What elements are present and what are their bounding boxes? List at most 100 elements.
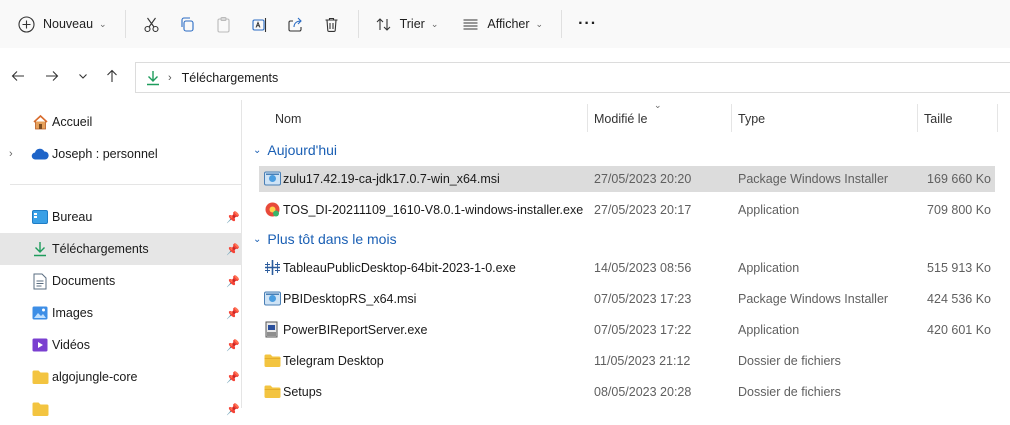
column-divider[interactable] (997, 104, 998, 132)
trash-icon (325, 17, 338, 32)
table-row[interactable]: Telegram Desktop 11/05/2023 21:12 Dossie… (259, 348, 995, 374)
toolbar-divider (357, 10, 359, 38)
file-date: 27/05/2023 20:17 (594, 203, 692, 217)
folder-icon (264, 354, 281, 367)
sidebar-item-pictures[interactable]: Images 📌 (0, 297, 242, 329)
up-button[interactable] (98, 62, 126, 90)
sidebar-item-algojungle-core[interactable]: algojungle-core 📌 (0, 361, 242, 393)
table-row[interactable]: TOS_DI-20211109_1610-V8.0.1-windows-inst… (259, 197, 995, 223)
pin-icon: 📌 (226, 243, 240, 256)
file-date: 07/05/2023 17:23 (594, 292, 692, 306)
cut-button[interactable] (134, 8, 170, 40)
table-row[interactable]: TableauPublicDesktop-64bit-2023-1-0.exe … (259, 255, 995, 281)
group-header-earlier-this-month[interactable]: ⌄ Plus tôt dans le mois (253, 231, 397, 247)
share-icon (288, 17, 302, 32)
clipboard-icon (217, 16, 230, 33)
back-button[interactable] (4, 62, 32, 90)
download-arrow-icon (31, 240, 49, 258)
file-type: Dossier de fichiers (738, 385, 841, 399)
file-list: Nom Modifié le ⌄ Type Taille ⌄ Aujourd'h… (243, 100, 1010, 408)
column-header-modified[interactable]: Modifié le (594, 104, 648, 134)
column-divider[interactable] (917, 104, 918, 132)
share-button[interactable] (278, 8, 314, 40)
home-icon (31, 113, 49, 131)
more-icon: ··· (578, 15, 598, 32)
delete-button[interactable] (314, 8, 350, 40)
pin-icon: 📌 (226, 211, 240, 224)
sidebar-item-label: Documents (52, 274, 116, 288)
column-header-name[interactable]: Nom (275, 104, 301, 134)
sidebar-item-label: Images (52, 306, 93, 320)
navigation-pane: Accueil › Joseph : personnel Bureau 📌 Té… (0, 100, 242, 416)
table-row[interactable]: Setups 08/05/2023 20:28 Dossier de fichi… (259, 379, 995, 405)
file-date: 08/05/2023 20:28 (594, 385, 692, 399)
sidebar-item-partial[interactable]: 📌 (0, 393, 242, 425)
column-divider[interactable] (731, 104, 732, 132)
arrow-up-icon (107, 69, 117, 82)
pin-icon: 📌 (226, 371, 240, 384)
column-header-size[interactable]: Taille (924, 104, 953, 134)
column-divider[interactable] (587, 104, 588, 132)
tableau-app-icon (265, 260, 280, 275)
chevron-down-icon: ⌄ (430, 18, 439, 29)
file-type: Package Windows Installer (738, 292, 889, 306)
sidebar-item-label: Joseph : personnel (52, 147, 158, 161)
sidebar-item-home[interactable]: Accueil (0, 106, 242, 138)
forward-button[interactable] (38, 62, 66, 90)
column-header-type[interactable]: Type (738, 104, 765, 134)
file-type: Dossier de fichiers (738, 354, 841, 368)
command-bar: Nouveau ⌄ Trier ⌄ Afficher ⌄ ··· (0, 0, 1010, 48)
sort-icon (376, 17, 390, 31)
chevron-down-icon: ⌄ (253, 144, 262, 156)
copy-icon (181, 16, 194, 32)
sort-button[interactable]: Trier ⌄ (367, 8, 447, 40)
file-name: Telegram Desktop (283, 354, 384, 368)
file-size: 515 913 Ko (927, 261, 991, 275)
table-row[interactable]: PowerBIReportServer.exe 07/05/2023 17:22… (259, 317, 995, 343)
chevron-down-icon: ⌄ (535, 18, 544, 29)
file-name: TOS_DI-20211109_1610-V8.0.1-windows-inst… (283, 203, 584, 217)
setup-exe-icon (265, 321, 278, 338)
sidebar-divider (10, 184, 242, 185)
table-row[interactable]: PBIDesktopRS_x64.msi 07/05/2023 17:23 Pa… (259, 286, 995, 312)
sidebar-item-label: Bureau (52, 210, 93, 224)
group-header-today[interactable]: ⌄ Aujourd'hui (253, 142, 337, 158)
sidebar-item-videos[interactable]: Vidéos 📌 (0, 329, 242, 361)
file-type: Application (738, 261, 800, 275)
chevron-right-icon[interactable]: › (9, 148, 13, 160)
more-options-button[interactable]: ··· (570, 8, 605, 40)
pin-icon: 📌 (226, 275, 240, 288)
copy-button[interactable] (170, 8, 206, 40)
pin-icon: 📌 (226, 307, 240, 320)
paste-button[interactable] (206, 8, 242, 40)
sidebar-item-desktop[interactable]: Bureau 📌 (0, 201, 242, 233)
new-button[interactable]: Nouveau ⌄ (10, 8, 115, 40)
view-button[interactable]: Afficher ⌄ (454, 8, 551, 40)
document-icon (31, 272, 49, 290)
file-name: zulu17.42.19-ca-jdk17.0.7-win_x64.msi (283, 172, 500, 186)
breadcrumb-chevron-icon: › (168, 71, 172, 84)
table-row[interactable]: zulu17.42.19-ca-jdk17.0.7-win_x64.msi 27… (259, 166, 995, 192)
sidebar-item-label: algojungle-core (52, 370, 138, 384)
view-lines-icon (463, 18, 478, 30)
file-size: 420 601 Ko (927, 323, 991, 337)
rename-button[interactable] (242, 8, 278, 40)
address-field[interactable]: › Téléchargements (135, 62, 1010, 93)
sort-button-label: Trier (399, 17, 425, 31)
sidebar-item-downloads[interactable]: Téléchargements 📌 (0, 233, 242, 265)
breadcrumb-current[interactable]: Téléchargements (182, 71, 279, 85)
file-name: PowerBIReportServer.exe (283, 323, 428, 337)
group-header-label: Plus tôt dans le mois (267, 231, 397, 247)
sidebar-item-documents[interactable]: Documents 📌 (0, 265, 242, 297)
videos-icon (31, 336, 49, 354)
cloud-icon (31, 145, 49, 163)
file-type: Application (738, 203, 800, 217)
sidebar-item-onedrive[interactable]: › Joseph : personnel (0, 138, 242, 170)
recent-locations-button[interactable] (69, 62, 97, 90)
address-bar-row: › Téléchargements (0, 48, 1010, 108)
sidebar-item-label: Vidéos (52, 338, 90, 352)
pin-icon: 📌 (226, 339, 240, 352)
scissors-icon (144, 17, 159, 32)
file-name: PBIDesktopRS_x64.msi (283, 292, 417, 306)
rename-icon (252, 17, 267, 32)
